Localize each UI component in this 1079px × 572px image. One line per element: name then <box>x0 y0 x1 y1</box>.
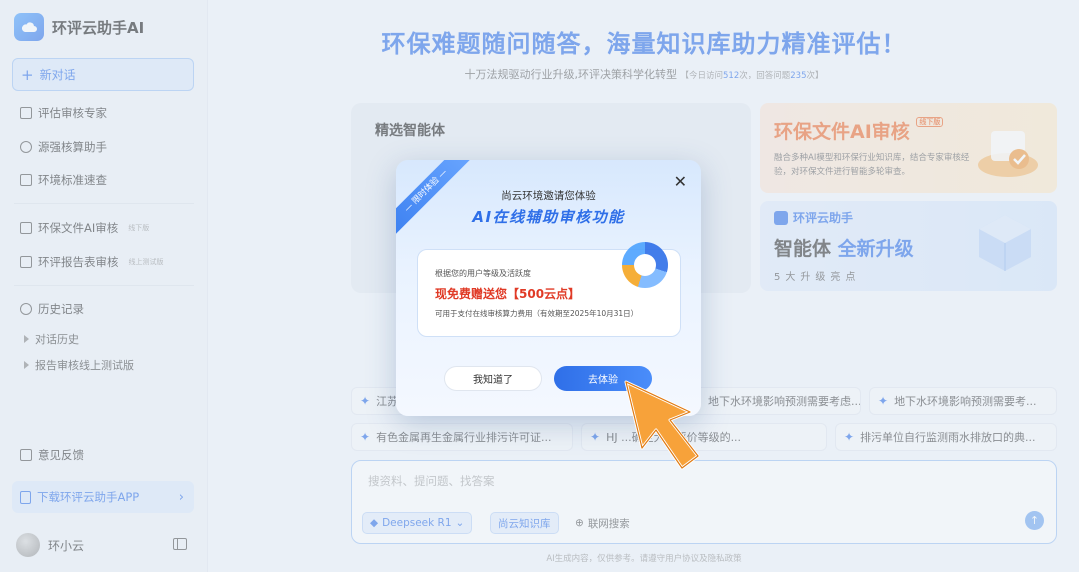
gift-info-box: 根据您的用户等级及活跃度 现免费赠送您【500云点】 可用于支付在线审核算力费用… <box>417 242 681 337</box>
dismiss-button[interactable]: 我知道了 <box>444 366 542 391</box>
pointer-hand-icon <box>624 380 700 470</box>
modal-title: AI在线辅助审核功能 <box>472 208 625 226</box>
gift-line2: 现免费赠送您【500云点】 <box>435 287 581 301</box>
gift-line3: 可用于支付在线审核算力费用（有效期至2025年10月31日） <box>435 309 639 318</box>
refresh-coin-icon <box>622 242 668 288</box>
gift-line1: 根据您的用户等级及活跃度 <box>435 269 531 278</box>
modal-subtitle: 尚云环境邀请您体验 <box>501 190 596 202</box>
